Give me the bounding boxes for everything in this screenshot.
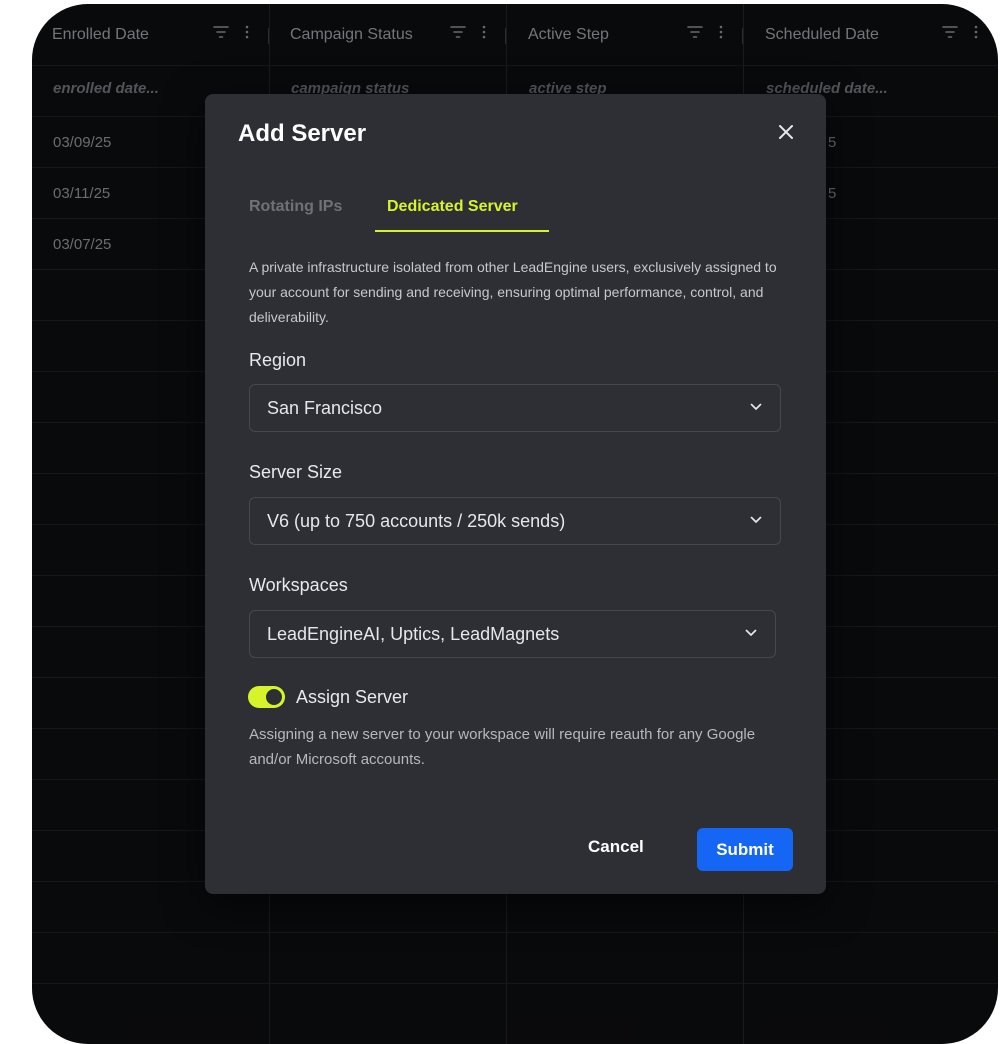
tab-dedicated-server[interactable]: Dedicated Server <box>387 198 518 216</box>
reauth-note: Assigning a new server to your workspace… <box>249 726 756 768</box>
modal-title: Add Server <box>238 120 367 147</box>
workspaces-label: Workspaces <box>249 575 348 595</box>
region-label: Region <box>249 350 307 370</box>
close-icon[interactable] <box>775 121 797 143</box>
chevron-down-icon <box>745 629 757 636</box>
server-size-select[interactable]: V6 (up to 750 accounts / 250k sends) <box>249 497 781 545</box>
region-value: San Francisco <box>267 397 383 418</box>
chevron-down-icon <box>750 516 762 523</box>
submit-button[interactable]: Submit <box>697 828 793 871</box>
chevron-down-icon <box>750 403 762 410</box>
dedicated-server-description: A private infrastructure isolated from o… <box>249 259 777 325</box>
workspaces-value: LeadEngineAI, Uptics, LeadMagnets <box>267 623 560 644</box>
active-tab-indicator <box>375 230 549 232</box>
add-server-modal: Add Server Rotating IPs Dedicated Server… <box>205 94 826 894</box>
assign-server-label: Assign Server <box>296 687 409 707</box>
tab-rotating-ips[interactable]: Rotating IPs <box>249 198 342 216</box>
region-select[interactable]: San Francisco <box>249 384 781 432</box>
cancel-button[interactable]: Cancel <box>588 837 644 857</box>
assign-server-toggle[interactable] <box>248 686 285 708</box>
workspaces-select[interactable]: LeadEngineAI, Uptics, LeadMagnets <box>249 610 776 658</box>
server-size-label: Server Size <box>249 462 343 482</box>
toggle-knob <box>266 689 282 705</box>
server-size-value: V6 (up to 750 accounts / 250k sends) <box>267 510 566 531</box>
